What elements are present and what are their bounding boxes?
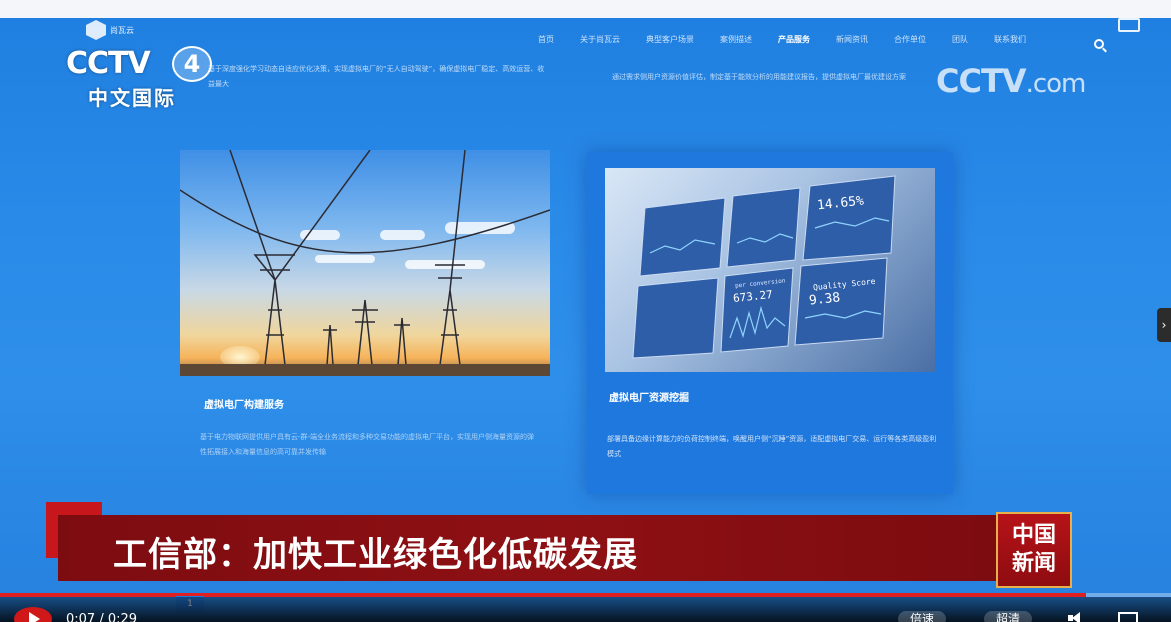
monitor-bezel bbox=[0, 0, 1171, 18]
news-logo-line2: 新闻 bbox=[1011, 551, 1056, 576]
watermark-suffix: .com bbox=[1025, 69, 1087, 99]
dashboard-panels bbox=[632, 175, 896, 359]
cctv4-channel-logo: CCTV 4 中文国际 bbox=[60, 40, 220, 110]
nav-item[interactable]: 首页 bbox=[525, 34, 567, 45]
card-description: 基于电力物联网提供用户具有云-群-端全业务流程和多种交易功能的虚拟电厂平台，实现… bbox=[200, 433, 535, 456]
cctv-com-watermark: CCTV.com bbox=[936, 62, 1087, 100]
nav-item[interactable]: 团队 bbox=[939, 34, 981, 45]
card-title[interactable]: 虚拟电厂构建服务 bbox=[204, 396, 284, 411]
chevron-right-icon[interactable]: › bbox=[1157, 308, 1171, 342]
nav-item[interactable]: 产品服务 bbox=[765, 34, 823, 45]
card-description: 部署具备边缘计算能力的负荷控制终端，唤醒用户侧“沉睡”资源，适配虚拟电厂交易、运… bbox=[607, 435, 937, 458]
volume-icon[interactable] bbox=[1068, 612, 1086, 622]
nav-item[interactable]: 新闻资讯 bbox=[823, 34, 881, 45]
card-title[interactable]: 虚拟电厂资源挖掘 bbox=[609, 389, 689, 404]
nav-item[interactable]: 合作单位 bbox=[881, 34, 939, 45]
lower-third-bar: 工信部：加快工业绿色化低碳发展 bbox=[58, 515, 1058, 581]
transmission-towers bbox=[180, 150, 550, 366]
service-card-resource[interactable]: 14.65% Quality Score 9.38 per conversion… bbox=[587, 152, 953, 494]
nav-item[interactable]: 典型客户场景 bbox=[633, 34, 707, 45]
horizon-ground bbox=[180, 364, 550, 376]
cube-logo-icon bbox=[86, 20, 106, 40]
intro-text-right: 通过需求侧用户资源价值评估，制定基于能效分析的用能建议报告，提供虚拟电厂最优建设… bbox=[612, 73, 906, 81]
fullscreen-icon[interactable] bbox=[1118, 612, 1138, 622]
channel-number-badge: 4 bbox=[172, 46, 212, 82]
news-lower-third: 工信部：加快工业绿色化低碳发展 中国 新闻 bbox=[46, 502, 1074, 594]
service-card-build[interactable]: 虚拟电厂构建服务 基于电力物联网提供用户具有云-群-端全业务流程和多种交易功能的… bbox=[180, 150, 554, 468]
speed-button[interactable]: 倍速 bbox=[898, 611, 947, 622]
intro-text-left: 基于深度强化学习动态自适应优化决策，实现虚拟电厂的“无人自动驾驶”，确保虚拟电厂… bbox=[208, 65, 545, 88]
news-logo-line1: 中国 bbox=[1011, 523, 1056, 548]
watermark-main: CCTV bbox=[936, 62, 1027, 100]
analytics-dashboard-photo: 14.65% Quality Score 9.38 per conversion… bbox=[605, 168, 935, 372]
nav-item[interactable]: 案例描述 bbox=[707, 34, 765, 45]
nav-item[interactable]: 关于尚瓦云 bbox=[567, 34, 633, 45]
site-logo[interactable]: 尚瓦云 bbox=[86, 20, 134, 40]
screen-corner-icon bbox=[1118, 18, 1140, 32]
china-news-logo: 中国 新闻 bbox=[996, 512, 1072, 588]
search-icon[interactable] bbox=[1094, 39, 1104, 49]
nav-item[interactable]: 联系我们 bbox=[981, 34, 1039, 45]
quality-button[interactable]: 超清 bbox=[984, 611, 1033, 622]
cctv-wordmark: CCTV bbox=[66, 46, 151, 81]
site-logo-text: 尚瓦云 bbox=[110, 25, 134, 35]
channel-name: 中文国际 bbox=[88, 86, 176, 110]
power-tower-photo bbox=[180, 150, 550, 376]
playback-time: 0:07 / 0:29 bbox=[66, 612, 138, 622]
news-headline: 工信部：加快工业绿色化低碳发展 bbox=[113, 535, 638, 575]
main-nav: 首页 关于尚瓦云 典型客户场景 案例描述 产品服务 新闻资讯 合作单位 团队 联系我们 bbox=[525, 34, 1039, 45]
